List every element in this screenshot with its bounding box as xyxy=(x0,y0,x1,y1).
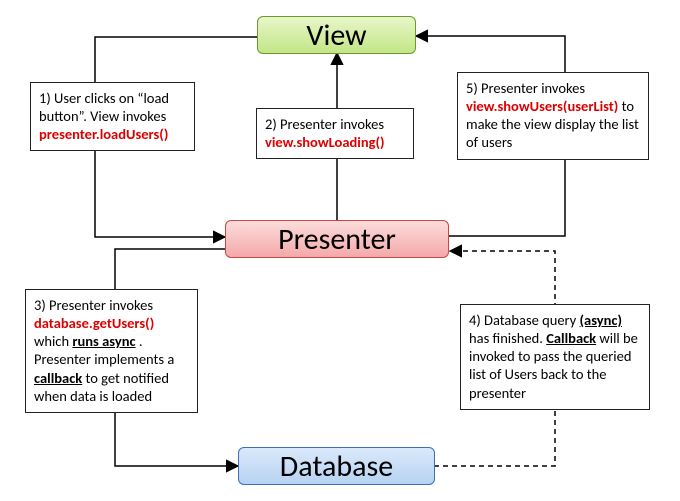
step-4-em2: Callback xyxy=(546,329,596,347)
node-database: Database xyxy=(238,447,435,485)
diagram-stage: View Presenter Database 1) User clicks o… xyxy=(0,0,680,501)
step-1-text: 1) User clicks on “load button”. View in… xyxy=(39,89,169,125)
step-5: 5) Presenter invokes view.showUsers(user… xyxy=(457,72,649,160)
step-5-code: view.showUsers(userList) xyxy=(466,97,618,115)
step-3-code: database.getUsers() xyxy=(34,314,154,332)
step-4-text: 4) Database query xyxy=(469,311,580,329)
step-3-mid: which xyxy=(34,332,72,350)
step-1-code: presenter.loadUsers() xyxy=(39,125,168,143)
step-3-text: 3) Presenter invokes xyxy=(34,296,153,314)
step-4-mid: has finished. xyxy=(469,329,546,347)
step-5-text: 5) Presenter invokes xyxy=(466,79,585,97)
node-view: View xyxy=(257,16,416,54)
step-1: 1) User clicks on “load button”. View in… xyxy=(30,82,195,151)
node-presenter: Presenter xyxy=(225,220,449,258)
step-4: 4) Database query (async) has finished. … xyxy=(460,304,650,410)
step-4-em1: (async) xyxy=(580,311,622,329)
step-3-em1: runs async xyxy=(72,332,135,350)
step-3: 3) Presenter invokes database.getUsers()… xyxy=(25,289,198,413)
step-2: 2) Presenter invokes view.showLoading() xyxy=(256,108,414,159)
step-2-code: view.showLoading() xyxy=(265,133,385,151)
step-3-em2: callback xyxy=(34,369,82,387)
step-2-text: 2) Presenter invokes xyxy=(265,115,384,133)
